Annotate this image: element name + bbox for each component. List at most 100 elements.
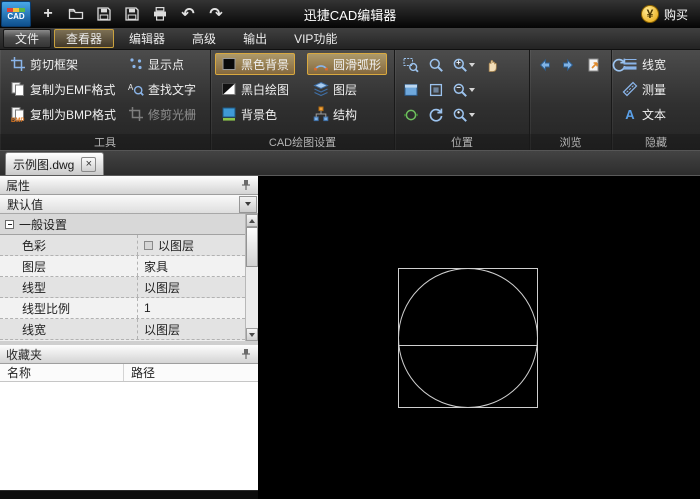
undo-button[interactable]: ↶: [174, 2, 202, 26]
menu-tab-file[interactable]: 文件: [3, 29, 52, 48]
table-row[interactable]: 线型比例 1: [0, 298, 245, 319]
browse-group-label: 浏览: [530, 134, 611, 150]
view-restore-button[interactable]: [582, 53, 605, 76]
zoom-object-button[interactable]: [399, 78, 422, 101]
trim-raster-icon: [128, 106, 144, 122]
logo-text: CAD: [7, 11, 25, 21]
preset-value: 默认值: [7, 197, 44, 212]
zoom-box-icon: [428, 82, 444, 98]
cad-drawing: [398, 268, 538, 408]
background-color-label: 背景色: [241, 107, 278, 122]
tools-group-label: 工具: [0, 134, 210, 150]
document-tab[interactable]: 示例图.dwg ×: [5, 152, 105, 175]
redo-button[interactable]: ↷: [202, 2, 230, 26]
close-icon: ×: [85, 157, 93, 170]
dropdown-arrow-button[interactable]: [239, 195, 257, 213]
copy-emf-icon: [10, 81, 26, 97]
smooth-arc-button[interactable]: 圆滑弧形: [307, 53, 388, 75]
property-value[interactable]: 以图层: [138, 235, 245, 255]
smooth-arc-icon: [313, 56, 329, 72]
property-value[interactable]: 以图层: [138, 319, 245, 339]
zoom-extents-split-button[interactable]: •: [449, 106, 478, 124]
tools-content: 剪切框架 复制为EMF格式 BMP 复制为BMP格式 显示点 A 查找文字 修剪…: [0, 50, 210, 134]
print-icon: [152, 6, 168, 22]
ribbon-group-browse: 浏览: [530, 50, 612, 150]
chevron-down-icon: [245, 202, 251, 206]
vertical-scrollbar[interactable]: [245, 214, 258, 341]
structure-icon: [313, 106, 329, 122]
open-file-button[interactable]: [62, 2, 90, 26]
new-file-button[interactable]: +: [34, 2, 62, 26]
property-value[interactable]: 家具: [138, 256, 245, 276]
drawing-canvas[interactable]: [258, 176, 700, 499]
menu-tab-advanced[interactable]: 高级: [180, 29, 228, 48]
scrollbar-thumb[interactable]: [246, 227, 258, 267]
draw-settings-content: 黑色背景 黑白绘图 背景色 圆滑弧形 图层 结构: [211, 50, 394, 134]
scroll-up-button[interactable]: [246, 214, 258, 227]
column-header-path[interactable]: 路径: [124, 364, 258, 381]
pin-icon[interactable]: [240, 348, 252, 360]
save-button[interactable]: [90, 2, 118, 26]
browse-content: [530, 50, 611, 134]
crop-frame-label: 剪切框架: [30, 57, 79, 72]
scroll-down-button[interactable]: [246, 328, 258, 341]
crop-frame-button[interactable]: 剪切框架: [4, 53, 122, 75]
layers-button[interactable]: 图层: [307, 78, 387, 100]
zoom-refresh-button[interactable]: [424, 103, 447, 126]
find-text-button[interactable]: A 查找文字: [122, 78, 202, 100]
zoom-out-split-button[interactable]: −: [449, 81, 478, 99]
table-row[interactable]: 图层 家具: [0, 256, 245, 277]
property-value[interactable]: 以图层: [138, 277, 245, 297]
copy-emf-button[interactable]: 复制为EMF格式: [4, 78, 122, 100]
bylayer-checkbox[interactable]: [144, 240, 153, 250]
collapse-icon[interactable]: [5, 219, 14, 229]
ribbon-group-hide: 线宽 测量 A 文本 隐藏: [612, 50, 700, 150]
zoom-dynamic-button[interactable]: [424, 53, 447, 76]
table-row[interactable]: 线宽 以图层: [0, 319, 245, 340]
print-button[interactable]: [146, 2, 174, 26]
forward-button[interactable]: [557, 53, 580, 76]
trim-raster-label: 修剪光栅: [148, 107, 197, 122]
property-name: 线型比例: [0, 298, 138, 318]
drawn-square: [398, 268, 538, 408]
zoom-object-icon: [403, 82, 419, 98]
zoom-box-button[interactable]: [424, 78, 447, 101]
back-button[interactable]: [532, 53, 555, 76]
tools-column-2: 显示点 A 查找文字 修剪光栅: [122, 53, 202, 125]
line-width-label: 线宽: [642, 57, 667, 72]
table-row[interactable]: 线型 以图层: [0, 277, 245, 298]
black-background-button[interactable]: 黑色背景: [215, 53, 296, 75]
copy-bmp-button[interactable]: BMP 复制为BMP格式: [4, 103, 122, 125]
buy-button[interactable]: ¥ 购买: [640, 0, 688, 28]
column-header-name[interactable]: 名称: [0, 364, 124, 381]
favorites-list[interactable]: [0, 382, 258, 490]
table-row[interactable]: 色彩 以图层: [0, 235, 245, 256]
show-points-button[interactable]: 显示点: [122, 53, 202, 75]
orbit-button[interactable]: [399, 103, 422, 126]
menu-tab-editor[interactable]: 编辑器: [117, 29, 177, 48]
property-value[interactable]: 1: [138, 298, 245, 318]
text-button[interactable]: A 文本: [616, 103, 672, 125]
bw-drawing-button[interactable]: 黑白绘图: [215, 78, 295, 100]
preset-dropdown[interactable]: 默认值: [0, 195, 258, 214]
zoom-in-split-button[interactable]: +: [449, 56, 478, 74]
save-as-button[interactable]: [118, 2, 146, 26]
text-a-icon: A: [625, 106, 635, 122]
menu-tab-output[interactable]: 输出: [231, 29, 279, 48]
app-logo: CAD: [1, 1, 31, 27]
pin-icon[interactable]: [240, 179, 252, 191]
measure-button[interactable]: 测量: [616, 78, 672, 100]
property-group-row[interactable]: 一般设置: [0, 214, 245, 235]
black-background-label: 黑色背景: [241, 57, 290, 72]
close-tab-button[interactable]: ×: [81, 156, 97, 172]
menu-tab-viewer[interactable]: 查看器: [54, 29, 115, 48]
chevron-down-icon: [249, 332, 255, 337]
zoom-out-icon: −: [452, 82, 468, 98]
chevron-down-icon: [469, 62, 475, 67]
menu-tab-vip[interactable]: VIP功能: [282, 29, 349, 48]
structure-button[interactable]: 结构: [307, 103, 387, 125]
line-width-button[interactable]: 线宽: [616, 53, 672, 75]
zoom-window-button[interactable]: [399, 53, 422, 76]
pan-button[interactable]: [480, 53, 503, 76]
background-color-button[interactable]: 背景色: [215, 103, 295, 125]
